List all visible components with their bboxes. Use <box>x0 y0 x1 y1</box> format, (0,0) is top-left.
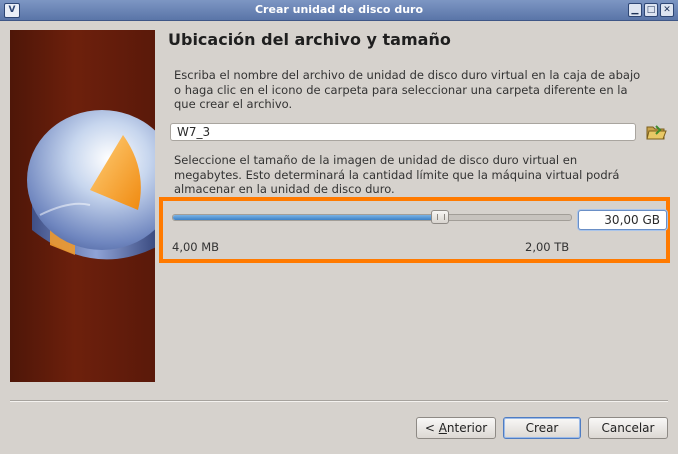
create-button[interactable]: Crear <box>503 417 581 439</box>
location-description: Escriba el nombre del archivo de unidad … <box>174 68 641 111</box>
max-size-label: 2,00 TB <box>525 240 570 254</box>
minimize-button[interactable]: ▁ <box>628 3 642 17</box>
window-title: Crear unidad de disco duro <box>254 3 424 16</box>
title-bar[interactable]: V Crear unidad de disco duro ▁ □ ✕ <box>0 0 678 21</box>
page-title: Ubicación del archivo y tamaño <box>168 30 451 49</box>
separator <box>10 400 668 402</box>
disk-size-input[interactable]: 30,00 GB <box>578 210 667 230</box>
slider-fill <box>173 215 440 220</box>
choose-folder-button[interactable] <box>645 122 667 142</box>
slider-handle[interactable] <box>431 210 449 224</box>
size-description: Seleccione el tamaño de la imagen de uni… <box>174 153 620 196</box>
close-button[interactable]: ✕ <box>660 3 674 17</box>
size-highlight-box <box>159 197 670 263</box>
folder-open-icon <box>646 125 667 140</box>
min-size-label: 4,00 MB <box>172 240 220 254</box>
back-button[interactable]: < Anterior <box>416 417 496 439</box>
file-name-field[interactable]: W7_3 <box>170 123 636 141</box>
cancel-button[interactable]: Cancelar <box>588 417 668 439</box>
maximize-button[interactable]: □ <box>644 3 658 17</box>
disk-size-slider[interactable] <box>172 210 572 224</box>
wizard-side-image <box>10 30 155 382</box>
